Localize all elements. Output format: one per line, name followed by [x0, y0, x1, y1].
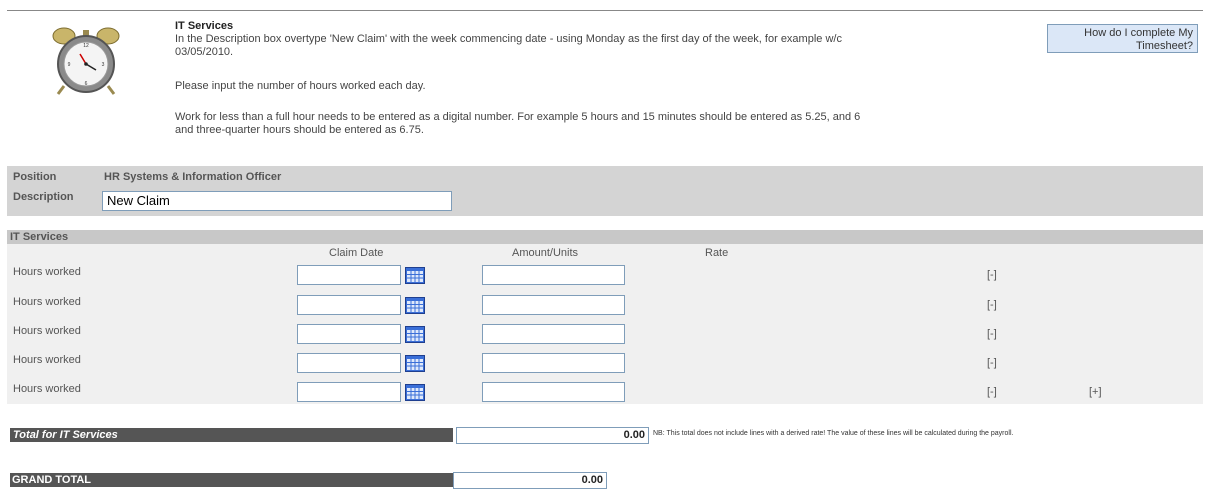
claim-date-input[interactable] — [297, 265, 401, 285]
amount-units-input[interactable] — [482, 265, 625, 285]
instruction-line-3: Work for less than a full hour needs to … — [175, 111, 861, 123]
section-total-value: 0.00 — [456, 427, 649, 444]
row-label: Hours worked — [13, 354, 81, 366]
position-value: HR Systems & Information Officer — [104, 171, 282, 183]
page-title: IT Services — [175, 20, 234, 32]
amount-units-input[interactable] — [482, 353, 625, 373]
remove-row-link[interactable]: [-] — [987, 328, 997, 340]
amount-units-input[interactable] — [482, 324, 625, 344]
svg-text:3: 3 — [102, 62, 105, 68]
claim-date-input[interactable] — [297, 382, 401, 402]
alarm-clock-icon: 12 3 6 9 — [52, 27, 120, 95]
remove-row-link[interactable]: [-] — [987, 357, 997, 369]
help-button-line1: How do I complete My — [1084, 27, 1193, 39]
instruction-line-2: Please input the number of hours worked … — [175, 80, 426, 92]
column-header-amount: Amount/Units — [512, 247, 579, 259]
instruction-line-3b: and three-quarter hours should be entere… — [175, 124, 424, 136]
description-input[interactable]: New Claim — [102, 191, 452, 211]
total-note: NB: This total does not include lines wi… — [653, 430, 1014, 437]
help-button[interactable]: How do I complete My Timesheet? — [1047, 24, 1198, 53]
calendar-icon[interactable] — [405, 267, 425, 284]
instruction-line-1: In the Description box overtype 'New Cla… — [175, 33, 842, 45]
position-label: Position — [13, 171, 57, 183]
help-button-line2: Timesheet? — [1135, 40, 1193, 52]
add-row-link[interactable]: [+] — [1089, 386, 1102, 398]
grand-total-value: 0.00 — [453, 472, 607, 489]
remove-row-link[interactable]: [-] — [987, 299, 997, 311]
row-label: Hours worked — [13, 296, 81, 308]
section-header-bar — [7, 230, 1203, 244]
claim-date-input[interactable] — [297, 353, 401, 373]
svg-text:9: 9 — [68, 62, 71, 68]
column-header-rate: Rate — [705, 247, 729, 259]
calendar-icon[interactable] — [405, 297, 425, 314]
top-divider — [7, 10, 1203, 11]
remove-row-link[interactable]: [-] — [987, 386, 997, 398]
grand-total-label: GRAND TOTAL — [10, 473, 453, 487]
column-header-claim-date: Claim Date — [329, 247, 384, 259]
svg-text:12: 12 — [83, 43, 89, 49]
remove-row-link[interactable]: [-] — [987, 269, 997, 281]
calendar-icon[interactable] — [405, 384, 425, 401]
amount-units-input[interactable] — [482, 295, 625, 315]
row-label: Hours worked — [13, 383, 81, 395]
row-label: Hours worked — [13, 266, 81, 278]
row-label: Hours worked — [13, 325, 81, 337]
section-title: IT Services — [10, 231, 69, 243]
calendar-icon[interactable] — [405, 326, 425, 343]
instruction-line-1b: 03/05/2010. — [175, 46, 234, 58]
amount-units-input[interactable] — [482, 382, 625, 402]
svg-text:6: 6 — [85, 81, 88, 87]
section-total-label: Total for IT Services — [10, 428, 453, 442]
claim-date-input[interactable] — [297, 324, 401, 344]
claim-date-input[interactable] — [297, 295, 401, 315]
description-label: Description — [13, 191, 74, 203]
calendar-icon[interactable] — [405, 355, 425, 372]
